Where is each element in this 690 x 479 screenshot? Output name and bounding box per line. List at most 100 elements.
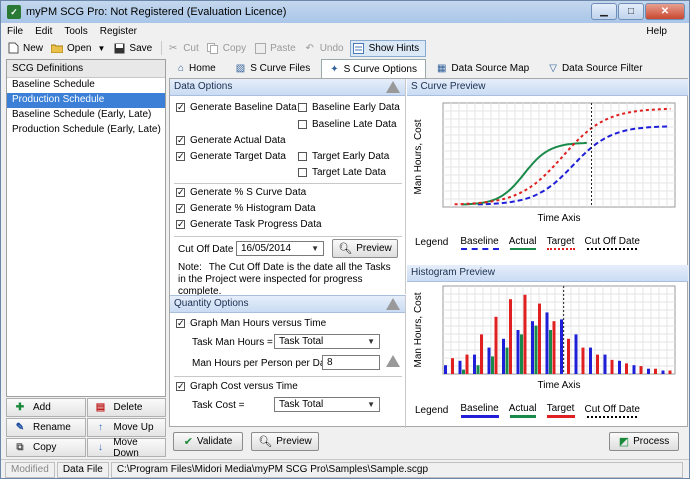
move-up-button[interactable]: ↑ Move Up: [86, 418, 166, 437]
task-man-hours-select[interactable]: Task Total ▼: [274, 334, 380, 349]
chevron-down-icon[interactable]: ▼: [97, 44, 105, 53]
legend-label: Cut Off Date: [584, 235, 640, 247]
menu-help[interactable]: Help: [646, 26, 667, 37]
scurve-preview-header: S Curve Preview: [407, 79, 688, 96]
checkbox-label: Baseline Late Data: [312, 119, 397, 130]
move-down-label: Move Down: [113, 436, 139, 459]
close-button[interactable]: ✕: [645, 3, 685, 20]
new-button[interactable]: New: [5, 40, 49, 57]
new-label: New: [23, 42, 44, 54]
tab-label: Home: [189, 63, 216, 74]
window-title: myPM SCG Pro: Not Registered (Evaluation…: [26, 6, 287, 18]
scg-list-item[interactable]: Baseline Schedule (Early, Late): [7, 108, 165, 123]
legend-baseline: Baseline: [460, 403, 499, 418]
histogram-bar: [520, 334, 523, 374]
gen-task-progress-checkbox[interactable]: ✓ Generate Task Progress Data: [176, 219, 322, 230]
baseline-late-checkbox[interactable]: Baseline Late Data: [298, 119, 397, 130]
scg-list-item[interactable]: Production Schedule: [7, 93, 165, 108]
gen-pct-histogram-checkbox[interactable]: ✓ Generate % Histogram Data: [176, 203, 316, 214]
cutoff-date-picker[interactable]: 16/05/2014 ▼: [236, 241, 324, 256]
paste-button[interactable]: Paste: [252, 40, 302, 57]
save-button[interactable]: Save: [111, 40, 158, 57]
histogram-bar: [574, 334, 578, 374]
legend-swatch: [587, 247, 638, 250]
magnifier-icon: 🔍︎: [258, 436, 273, 448]
legend-cutoff: Cut Off Date: [585, 236, 640, 250]
histogram-bar: [560, 319, 563, 374]
gen-target-checkbox[interactable]: ✓ Generate Target Data: [176, 151, 286, 162]
histogram-bar: [494, 316, 498, 374]
cutoff-date-label: Cut Off Date: [178, 244, 234, 255]
target-late-checkbox[interactable]: Target Late Data: [298, 167, 386, 178]
arrow-down-icon: ↓: [97, 442, 103, 453]
options-panel: Data Options ✓ Generate Baseline Data Bas…: [169, 78, 688, 428]
tab-data-source-map[interactable]: ▦ Data Source Map: [428, 59, 538, 78]
legend-label: Actual: [508, 235, 537, 247]
tab-s-curve-options[interactable]: ✦ S Curve Options: [321, 59, 426, 78]
legend-actual: Actual: [509, 236, 537, 250]
minimize-button[interactable]: ▁: [591, 3, 617, 20]
undo-button[interactable]: ↶ Undo: [302, 40, 350, 57]
target-early-checkbox[interactable]: Target Early Data: [298, 151, 389, 162]
divider: [174, 183, 402, 184]
legend-swatch: [509, 415, 536, 418]
legend-label: Target: [546, 235, 575, 247]
legend-baseline: Baseline: [460, 236, 499, 250]
task-cost-select[interactable]: Task Total ▼: [274, 397, 380, 412]
menu-register[interactable]: Register: [100, 26, 137, 37]
histogram-bar: [632, 365, 636, 374]
scissors-icon: ✂: [169, 42, 178, 54]
checkbox-label: Generate Baseline Data: [190, 102, 297, 113]
histogram-bar: [458, 360, 462, 374]
histogram-ylabel: Man Hours, Cost: [413, 292, 424, 367]
gen-baseline-checkbox[interactable]: ✓ Generate Baseline Data: [176, 102, 297, 113]
scg-list-item[interactable]: Production Schedule (Early, Late): [7, 123, 165, 138]
move-down-button[interactable]: ↓ Move Down: [86, 436, 166, 459]
folder-icon: [51, 42, 64, 54]
section-title: Data Options: [174, 81, 233, 92]
magnifier-icon: 🔍︎: [338, 243, 353, 255]
gen-actual-checkbox[interactable]: ✓ Generate Actual Data: [176, 135, 286, 146]
cut-button[interactable]: ✂ Cut: [165, 40, 205, 57]
menu-edit[interactable]: Edit: [35, 26, 52, 37]
checkbox-checked: ✓: [176, 102, 185, 112]
checkbox-label: Generate % S Curve Data: [190, 187, 307, 198]
graph-cost-checkbox[interactable]: ✓ Graph Cost versus Time: [176, 381, 298, 392]
scg-definitions-panel: SCG Definitions Baseline Schedule Produc…: [6, 59, 166, 397]
divider: [174, 236, 402, 237]
show-hints-button[interactable]: Show Hints: [349, 39, 427, 57]
add-button[interactable]: ✚ Add: [6, 398, 86, 417]
preview-cutoff-button[interactable]: 🔍︎ Preview: [332, 239, 398, 258]
histogram-bar: [534, 325, 538, 374]
gen-pct-scurve-checkbox[interactable]: ✓ Generate % S Curve Data: [176, 187, 306, 198]
histogram-bar: [473, 354, 476, 374]
histogram-xlabel: Time Axis: [538, 380, 581, 391]
scg-list-item[interactable]: Baseline Schedule: [7, 78, 165, 93]
rename-button[interactable]: ✎ Rename: [6, 418, 86, 437]
paste-icon: [254, 42, 266, 54]
man-hours-per-day-input[interactable]: 8: [322, 355, 380, 370]
copy-toolbar-button[interactable]: Copy: [205, 40, 252, 57]
menu-tools[interactable]: Tools: [64, 26, 87, 37]
open-button[interactable]: Open ▼: [49, 40, 111, 57]
tab-home[interactable]: ⌂ Home: [169, 59, 225, 78]
histogram-bar: [523, 294, 527, 374]
home-icon: ⌂: [178, 63, 185, 74]
legend-title: Legend: [415, 405, 449, 416]
delete-button[interactable]: ▤ Delete: [86, 398, 166, 417]
menu-file[interactable]: File: [7, 26, 23, 37]
copy-button[interactable]: ⧉ Copy: [6, 438, 86, 457]
tab-s-curve-files[interactable]: ▧ S Curve Files: [227, 59, 319, 78]
process-button[interactable]: ◩ Process: [609, 432, 679, 451]
checkbox-label: Generate Task Progress Data: [190, 219, 322, 230]
filter-icon: ▽: [549, 63, 557, 74]
preview-button[interactable]: 🔍︎ Preview: [251, 432, 319, 451]
app-window: ✓ myPM SCG Pro: Not Registered (Evaluati…: [0, 0, 690, 479]
validate-button[interactable]: ✔ Validate: [173, 432, 243, 451]
checkbox-label: Target Late Data: [312, 167, 386, 178]
maximize-button[interactable]: □: [618, 3, 644, 20]
baseline-early-checkbox[interactable]: Baseline Early Data: [298, 102, 400, 113]
legend-title: Legend: [415, 237, 449, 248]
graph-man-hours-checkbox[interactable]: ✓ Graph Man Hours versus Time: [176, 318, 326, 329]
tab-data-source-filter[interactable]: ▽ Data Source Filter: [540, 59, 651, 78]
